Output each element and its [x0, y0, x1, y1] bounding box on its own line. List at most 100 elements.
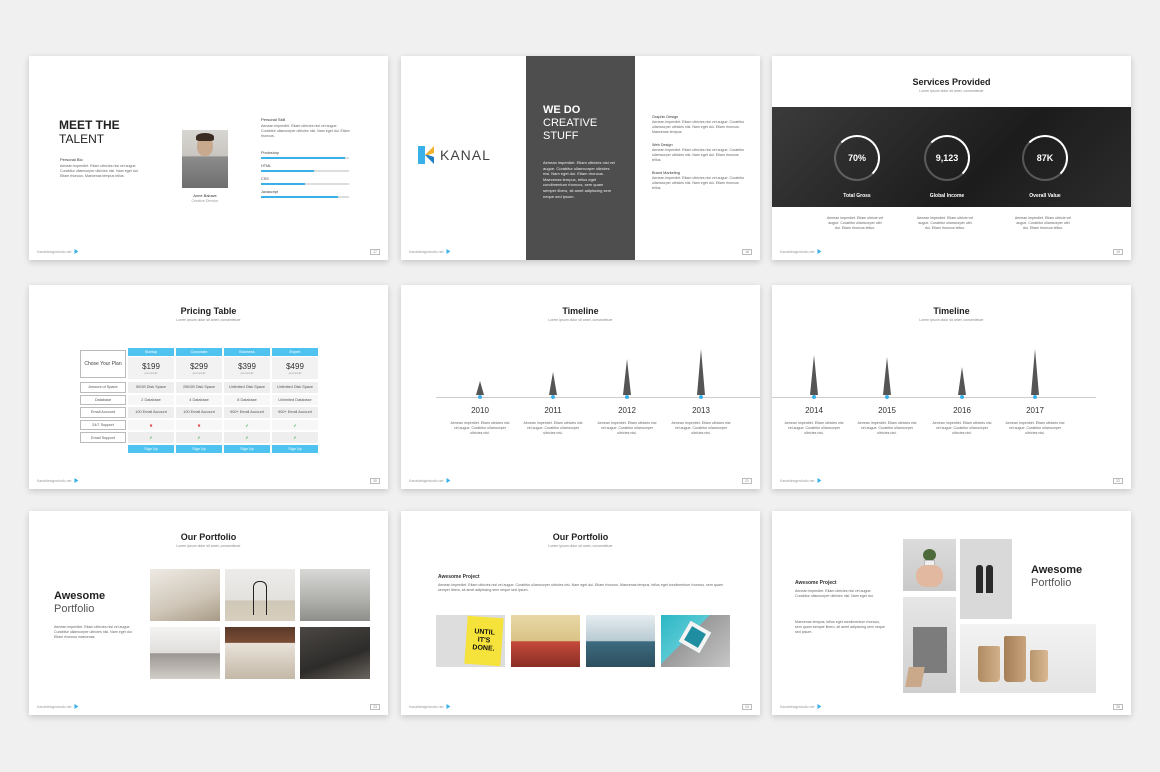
timeline-text: Aenean imperdiet. Etiam ultricies nisi v… — [857, 421, 917, 435]
photo-building — [586, 615, 655, 667]
skill-bar-fill — [261, 170, 314, 172]
timeline-text: Aenean imperdiet. Etiam ultricies nisi v… — [597, 421, 657, 435]
plan-value-cell: Unlimited Disk Space — [224, 382, 270, 393]
plan-value-cell: 900+ Email Account — [224, 407, 270, 418]
plan-value-cell: 900+ Email Account — [272, 407, 318, 418]
service-heading: Web Design — [652, 143, 673, 147]
person-name: Anne Baluwe — [193, 193, 217, 198]
service-item: Graphic Design Aenean imperdiet. Etiam ul… — [652, 115, 748, 135]
page-number: 19 — [1113, 249, 1123, 255]
footer-url: Kanaldesignstudio.net — [409, 704, 444, 709]
bio-heading: Personal Bio — [60, 157, 83, 162]
photo-chair — [225, 569, 295, 621]
plan-value-cell: Unlimited Database — [272, 394, 318, 406]
heading-line-1: Awesome — [1031, 564, 1083, 576]
timeline-dot — [1033, 395, 1037, 399]
photo-living-room — [150, 627, 220, 679]
slide-services-provided[interactable]: Services Provided Lorem ipsum dolor sit … — [772, 56, 1131, 260]
plan-period: permonth — [288, 370, 302, 375]
slide-we-do-creative[interactable]: KANAL WE DO CREATIVE STUFF Aenean imperd… — [401, 56, 760, 260]
slide-subtitle: Lorem ipsum dolor sit amet, consectetuer — [176, 318, 241, 322]
footer: Kanaldesignstudio.net — [409, 704, 451, 709]
timeline-text: Aenean imperdiet. Etiam ultricies nisi v… — [784, 421, 844, 435]
slide-title: Our Portfolio — [552, 532, 609, 542]
plan-price: $399 — [238, 361, 256, 371]
service-text: Aenean imperdiet. Etiam ultricies nisi v… — [652, 148, 745, 162]
skill-bar-track — [261, 196, 349, 198]
plan-period: permonth — [144, 370, 158, 375]
plan-price-cell: $499 permonth — [272, 357, 318, 379]
footer: Kanaldesignstudio.net — [780, 704, 822, 709]
row-label-cell: 24/7 Support — [80, 419, 126, 431]
slide-portfolio-grid[interactable]: Our Portfolio Lorem ipsum dolor sit amet… — [29, 511, 388, 715]
slide-timeline-1[interactable]: Timeline Lorem ipsum dolor sit amet, con… — [401, 285, 760, 489]
photo-chair-corner — [903, 597, 956, 693]
stat-text: Aenean imperdiet. Etiam ultricie vel aug… — [826, 216, 884, 230]
cup-1-shape — [978, 646, 1000, 682]
heading-line-2: Portfolio — [1031, 577, 1072, 589]
plan-price: $499 — [286, 361, 304, 371]
headline-line-3: STUFF — [543, 130, 579, 142]
slide-portfolio-project[interactable]: Our Portfolio Lorem ipsum dolor sit amet… — [401, 511, 760, 715]
slide-meet-the-talent[interactable]: MEET THE TALENT Personal Bio Aenean impe… — [29, 56, 388, 260]
slide-timeline-2[interactable]: Timeline Lorem ipsum dolor sit amet, con… — [772, 285, 1131, 489]
slide-subtitle: Lorem ipsum dolor sit amet, consectetuer — [548, 318, 613, 322]
plan-value-cell: 8 Database — [224, 394, 270, 406]
plan-value-cell: 250GB Disk Space — [176, 382, 222, 393]
timeline-text: Aenean imperdiet. Etiam ultricies nisi v… — [1005, 421, 1065, 435]
kanal-logo-icon — [74, 478, 79, 483]
slide-awesome-portfolio[interactable]: Awesome Project Aenean imperdiet. Etiam … — [772, 511, 1131, 715]
kanal-logo-icon — [817, 478, 822, 483]
photo-poster: UNTIL IT'S DONE. — [436, 615, 505, 667]
skill-bars: Photoshop HTML CSS Javascript — [261, 151, 349, 203]
footer: Kanaldesignstudio.net — [409, 249, 451, 254]
project-heading: Awesome Project — [438, 574, 480, 580]
plan-value-cell: 100 Email Account — [176, 407, 222, 418]
plan-value-cell: 100 Email Account — [128, 407, 174, 418]
title-line-2: TALENT — [59, 132, 105, 146]
page-number: 23 — [370, 704, 380, 710]
sign-up-button[interactable]: Sign Up — [176, 445, 222, 453]
timeline-spike — [883, 357, 891, 395]
skill-bar-track — [261, 170, 349, 172]
timeline-dot — [699, 395, 703, 399]
slide-pricing-table[interactable]: Pricing Table Lorem ipsum dolor sit amet… — [29, 285, 388, 489]
timeline-year: 2012 — [618, 406, 636, 415]
hand-shape — [916, 565, 943, 587]
timeline-year: 2013 — [692, 406, 710, 415]
headline-line-1: WE DO — [543, 104, 581, 116]
timeline-dot — [960, 395, 964, 399]
project-heading: Awesome Project — [795, 580, 837, 586]
timeline-dot — [625, 395, 629, 399]
photo-cups — [960, 624, 1096, 693]
skill-bar-fill — [261, 157, 345, 159]
page-number: 22 — [1113, 478, 1123, 484]
headline-panel: WE DO CREATIVE STUFF Aenean imperdiet. E… — [526, 56, 635, 260]
skill-row: CSS — [261, 177, 349, 185]
sign-up-button[interactable]: Sign Up — [272, 445, 318, 453]
timeline-year: 2010 — [471, 406, 489, 415]
slide-title: MEET THE TALENT — [59, 118, 120, 146]
plan-value-cell: 50GB Disk Space — [128, 382, 174, 393]
plan-header-cell: Business — [224, 348, 270, 356]
kanal-logo-icon — [74, 704, 79, 709]
footer: Kanaldesignstudio.net — [780, 249, 822, 254]
project-text: Aenean imperdiet. Etiam ultricies nisi v… — [438, 583, 723, 592]
logo-text: KANAL — [440, 147, 491, 163]
heading-line-2: Portfolio — [54, 603, 95, 615]
bottle-1-shape — [976, 565, 983, 593]
page-number: 20 — [370, 478, 380, 484]
row-label-cell: Amount of Space — [80, 382, 126, 393]
check-icon: ✔ — [272, 432, 318, 443]
timeline-spike — [810, 355, 818, 395]
skill-row: HTML — [261, 164, 349, 172]
footer-url: Kanaldesignstudio.net — [37, 478, 72, 483]
timeline-text: Aenean imperdiet. Etiam ultricies nisi v… — [450, 421, 510, 435]
sign-up-button[interactable]: Sign Up — [128, 445, 174, 453]
timeline-year: 2011 — [544, 406, 562, 415]
plan-corner-cell: Chose Your Plan — [80, 350, 126, 378]
sign-up-button[interactable]: Sign Up — [224, 445, 270, 453]
headline: WE DO CREATIVE STUFF — [543, 104, 597, 143]
timeline-year: 2014 — [805, 406, 823, 415]
footer: Kanaldesignstudio.net — [780, 478, 822, 483]
